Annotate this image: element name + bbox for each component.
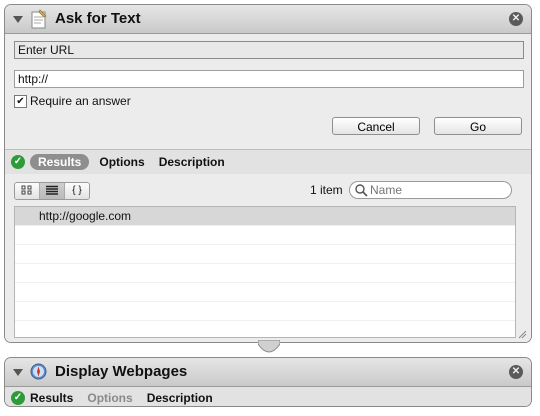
prompt-field[interactable] — [14, 41, 524, 59]
cancel-button[interactable]: Cancel — [332, 117, 420, 135]
action-titlebar[interactable]: Display Webpages ✕ — [5, 358, 531, 387]
close-icon[interactable]: ✕ — [509, 12, 523, 26]
display-webpages-action: Display Webpages ✕ ✓ Results Options Des… — [4, 357, 532, 407]
resize-grip-icon[interactable] — [518, 330, 527, 339]
icon-view-button[interactable] — [15, 183, 40, 199]
grid-icon — [21, 185, 32, 195]
require-answer-label: Require an answer — [30, 94, 131, 108]
tab-options[interactable]: Options — [99, 155, 144, 169]
item-count: 1 item — [310, 183, 343, 197]
close-icon[interactable]: ✕ — [509, 365, 523, 379]
go-button[interactable]: Go — [434, 117, 522, 135]
success-check-icon: ✓ — [11, 155, 25, 169]
success-check-icon: ✓ — [11, 390, 25, 405]
action-settings: ✔ Require an answer Cancel Go — [5, 34, 531, 149]
action-tabs: ✓ Results Options Description — [5, 387, 531, 406]
action-connector-icon — [258, 340, 280, 353]
code-view-button[interactable]: { } — [65, 183, 89, 199]
search-box[interactable] — [349, 181, 512, 199]
ask-for-text-action: Ask for Text ✕ ✔ Require an answer Cance… — [4, 4, 532, 343]
results-panel: { } 1 item http://google.com — [5, 174, 531, 342]
view-mode-switch: { } — [14, 182, 90, 200]
action-title: Ask for Text — [55, 10, 141, 27]
search-icon — [355, 184, 368, 197]
tab-results[interactable]: Results — [30, 154, 90, 170]
disclosure-triangle-icon[interactable] — [13, 16, 23, 23]
action-titlebar[interactable]: Ask for Text ✕ — [5, 5, 531, 34]
require-answer-checkbox[interactable]: ✔ — [14, 94, 27, 108]
action-title: Display Webpages — [55, 363, 188, 380]
default-answer-field[interactable] — [14, 70, 524, 88]
text-edit-app-icon — [31, 9, 47, 29]
results-list: http://google.com — [14, 206, 516, 338]
empty-row — [15, 245, 515, 264]
disclosure-triangle-icon[interactable] — [13, 369, 23, 376]
list-view-button[interactable] — [40, 183, 65, 199]
action-tabs: ✓ Results Options Description — [5, 149, 531, 174]
safari-compass-icon — [30, 363, 47, 380]
tab-results[interactable]: Results — [30, 391, 73, 405]
tab-options[interactable]: Options — [87, 391, 132, 405]
tab-description[interactable]: Description — [147, 391, 213, 405]
empty-row — [15, 226, 515, 245]
empty-row — [15, 302, 515, 321]
search-input[interactable] — [368, 183, 502, 197]
tab-description[interactable]: Description — [159, 155, 225, 169]
empty-row — [15, 264, 515, 283]
require-answer-row[interactable]: ✔ Require an answer — [14, 94, 131, 108]
empty-row — [15, 283, 515, 302]
list-item[interactable]: http://google.com — [15, 207, 515, 226]
list-icon — [46, 186, 58, 196]
empty-row — [15, 321, 515, 337]
